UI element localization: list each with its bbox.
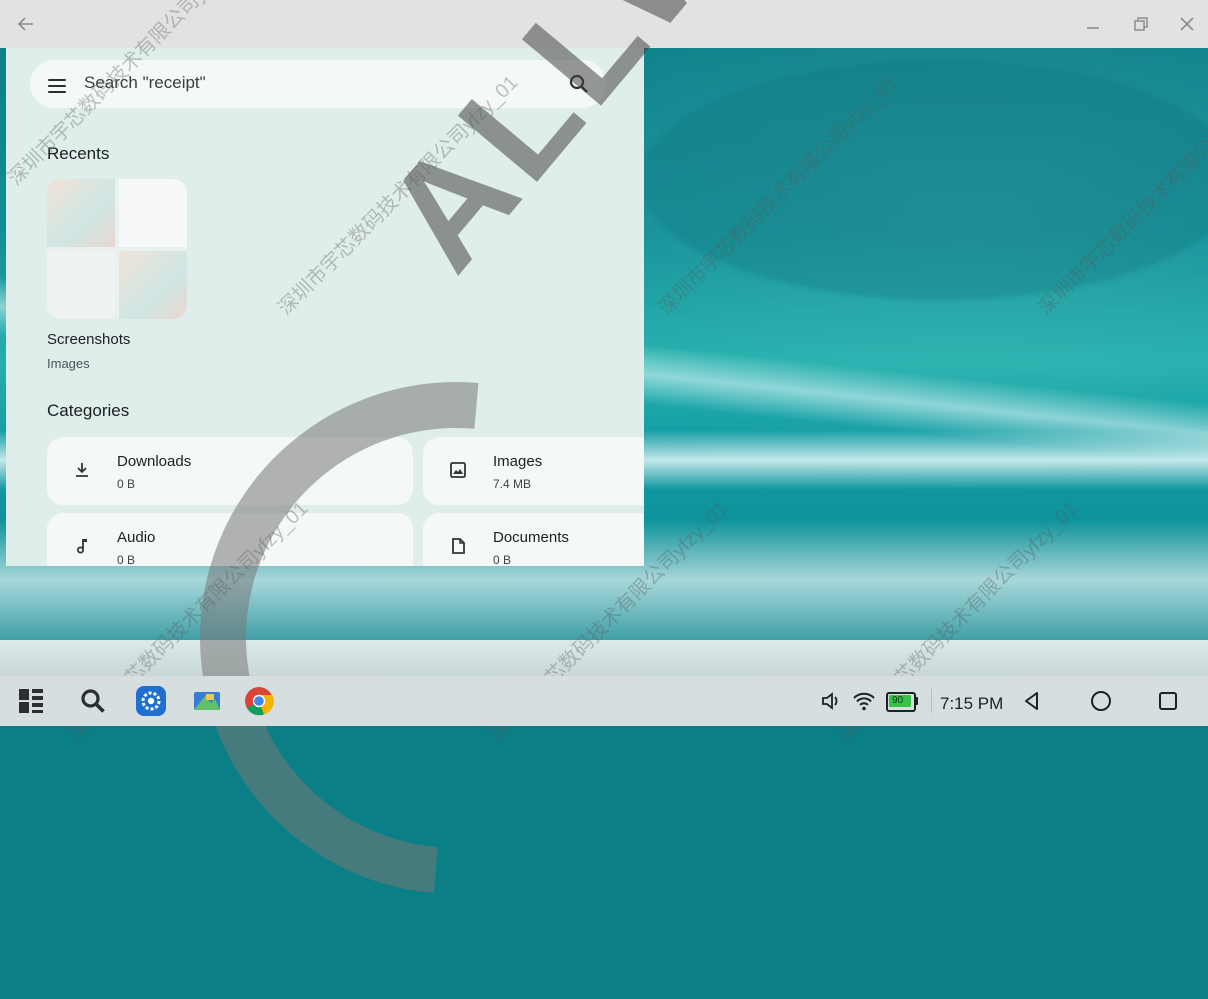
thumbnail-tile	[119, 251, 187, 319]
taskbar-divider	[931, 689, 932, 713]
thumbnail-tile	[47, 179, 115, 247]
close-icon[interactable]	[1177, 14, 1197, 34]
taskbar: 90 7:15 PM	[0, 676, 1208, 726]
search-icon[interactable]	[568, 73, 590, 95]
category-size: 0 B	[493, 553, 512, 566]
recent-item-name: Screenshots	[47, 331, 131, 348]
category-size: 0 B	[117, 477, 136, 491]
minimize-icon[interactable]	[1083, 14, 1103, 34]
restore-icon[interactable]	[1131, 14, 1151, 34]
category-size: 0 B	[117, 553, 136, 566]
category-name: Images	[493, 453, 543, 470]
settings-icon[interactable]	[136, 686, 166, 716]
category-card-images[interactable]: Images 7.4 MB	[423, 437, 644, 505]
thumbnail-tile	[119, 179, 187, 247]
nav-back-icon[interactable]	[1021, 690, 1043, 712]
category-name: Documents	[493, 529, 569, 546]
category-size: 7.4 MB	[493, 477, 532, 491]
files-app-window: Search "receipt" Recents Screenshots Ima…	[6, 48, 644, 566]
battery-icon[interactable]: 90	[886, 692, 920, 712]
battery-cap	[915, 697, 918, 705]
recent-item-type: Images	[47, 356, 90, 371]
download-icon	[76, 463, 88, 477]
back-arrow-icon[interactable]	[16, 14, 36, 34]
thumbnail-tile	[47, 251, 115, 319]
category-card-documents[interactable]: Documents 0 B	[423, 513, 644, 566]
nav-home-icon[interactable]	[1089, 689, 1113, 713]
files-icon[interactable]	[192, 686, 222, 716]
wallpaper-water	[640, 60, 1208, 300]
menu-icon[interactable]	[48, 75, 66, 97]
wallpaper-beach	[0, 640, 1208, 676]
chrome-icon[interactable]	[244, 686, 274, 716]
image-icon	[450, 462, 466, 478]
search-bar[interactable]: Search "receipt"	[30, 60, 606, 108]
volume-icon[interactable]	[820, 690, 842, 712]
wifi-icon[interactable]	[852, 690, 876, 712]
nav-recents-icon[interactable]	[1157, 690, 1179, 712]
search-input[interactable]: Search "receipt"	[84, 73, 206, 93]
search-icon[interactable]	[80, 688, 106, 714]
recents-heading: Recents	[47, 144, 110, 163]
window-title-bar	[0, 0, 1208, 48]
category-name: Downloads	[117, 453, 192, 470]
music-note-icon	[77, 539, 87, 554]
app-drawer-icon[interactable]	[18, 688, 44, 714]
document-icon	[452, 538, 465, 554]
categories-heading: Categories	[47, 401, 130, 420]
battery-level: 90	[892, 695, 904, 706]
category-card-downloads[interactable]: Downloads 0 B	[47, 437, 413, 505]
recent-screenshot-thumbnail[interactable]	[47, 179, 187, 319]
clock-time[interactable]: 7:15 PM	[940, 694, 1003, 714]
category-card-audio[interactable]: Audio 0 B	[47, 513, 413, 566]
category-name: Audio	[117, 529, 156, 546]
